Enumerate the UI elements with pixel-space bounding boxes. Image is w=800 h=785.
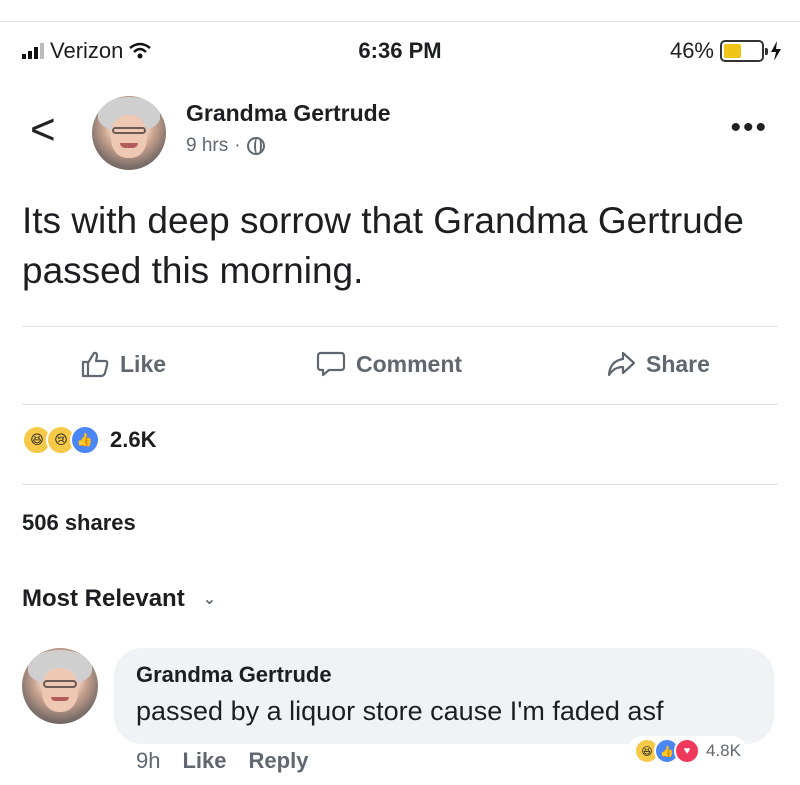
back-button[interactable]: < [30, 108, 56, 152]
commenter-avatar[interactable] [22, 648, 98, 724]
battery-icon [720, 40, 768, 62]
battery-percent: 46% [669, 38, 714, 63]
comment-reactions[interactable]: 😆 👍 ♥ 4.8K [628, 736, 747, 766]
post-author-name[interactable]: Grandma Gertrude [186, 100, 391, 127]
love-icon: ♥ [674, 738, 700, 764]
like-icon: 👍 [70, 425, 100, 455]
comment-icon [316, 351, 346, 377]
like-label: Like [120, 350, 167, 377]
more-options-icon[interactable]: ••• [730, 113, 768, 143]
comment-sort-dropdown[interactable]: Most Relevant ⌄ [22, 585, 216, 613]
meta-separator: · [234, 135, 241, 156]
author-avatar[interactable] [92, 96, 166, 170]
top-border [0, 0, 800, 22]
comment-meta: 9h Like Reply [136, 748, 308, 774]
comment-text: passed by a liquor store cause I'm faded… [136, 696, 664, 726]
charging-bolt-icon [771, 41, 781, 61]
thumbs-up-icon [81, 351, 109, 378]
comment-author[interactable]: Grandma Gertrude [136, 662, 752, 688]
globe-icon [246, 137, 265, 155]
shares-count[interactable]: 506 shares [22, 510, 136, 536]
like-button[interactable]: Like [80, 349, 166, 379]
post-text: Its with deep sorrow that Grandma Gertru… [22, 200, 744, 291]
post-time[interactable]: 9 hrs [186, 135, 228, 157]
post-meta: 9 hrs · [186, 135, 265, 157]
reaction-count: 2.6K [110, 427, 157, 452]
comment-reply-button[interactable]: Reply [249, 748, 309, 774]
sort-label: Most Relevant [22, 585, 185, 612]
comment-time[interactable]: 9h [136, 748, 160, 774]
divider [22, 404, 778, 405]
share-arrow-icon [607, 351, 636, 377]
status-bar: Verizon 6:36 PM 46% [0, 30, 800, 70]
share-button[interactable]: Share [606, 349, 710, 379]
comment-label: Comment [356, 350, 463, 377]
reaction-summary[interactable]: 😆 😢 👍 2.6K [22, 425, 156, 455]
comment-bubble: Grandma Gertrude passed by a liquor stor… [114, 648, 774, 744]
post-action-bar: Like Comment Share [0, 345, 800, 390]
share-label: Share [646, 350, 710, 377]
comment-like-button[interactable]: Like [182, 748, 226, 774]
comment-reaction-count: 4.8K [706, 741, 741, 760]
comment-button[interactable]: Comment [316, 349, 462, 379]
chevron-down-icon: ⌄ [202, 591, 217, 608]
battery-group: 46% [670, 38, 782, 64]
divider [22, 326, 778, 327]
divider [22, 484, 778, 485]
